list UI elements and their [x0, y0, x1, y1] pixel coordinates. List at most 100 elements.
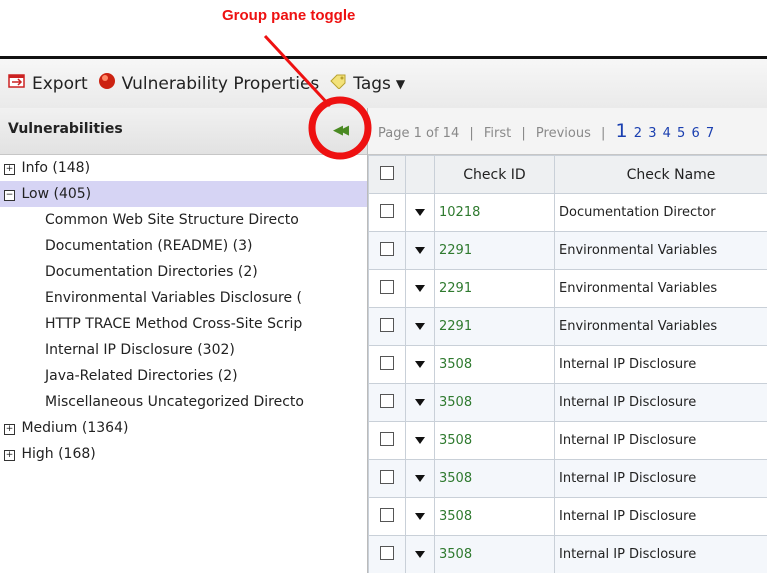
row-checkbox[interactable] [380, 431, 394, 446]
row-menu-cell [405, 345, 435, 384]
tree-item[interactable]: HTTP TRACE Method Cross-Site Scrip [0, 311, 367, 337]
row-menu-arrow-icon[interactable] [415, 437, 425, 444]
vulnerability-table: Check ID Check Name 10218 Documentation … [368, 155, 767, 573]
tree-group-medium[interactable]: + Medium (1364) [0, 415, 367, 441]
table-row[interactable]: 10218 Documentation Director [368, 193, 767, 232]
table-row[interactable]: 3508 Internal IP Disclosure [368, 459, 767, 498]
row-select-cell [368, 421, 406, 460]
row-checkbox[interactable] [380, 469, 394, 484]
row-checkbox[interactable] [380, 507, 394, 522]
select-all-checkbox[interactable] [380, 165, 394, 180]
tree-item[interactable]: Java-Related Directories (2) [0, 363, 367, 389]
table-row[interactable]: 3508 Internal IP Disclosure [368, 421, 767, 460]
tree-group-low[interactable]: − Low (405) [0, 181, 367, 207]
page-indicator: Page 1 of 14 [378, 126, 460, 141]
collapse-icon[interactable]: − [4, 190, 15, 201]
tree-group-high[interactable]: + High (168) [0, 441, 367, 467]
tags-menu[interactable]: Tags ▼ [329, 73, 405, 94]
column-header-check-id[interactable]: Check ID [434, 155, 555, 194]
row-menu-arrow-icon[interactable] [415, 399, 425, 406]
row-menu-arrow-icon[interactable] [415, 285, 425, 292]
row-select-cell [368, 307, 406, 346]
row-select-cell [368, 383, 406, 422]
header-spacer [405, 155, 435, 194]
tree-group-label: Info [21, 160, 48, 176]
check-name-cell[interactable]: Environmental Variables [554, 307, 767, 346]
check-id-cell[interactable]: 3508 [434, 535, 555, 573]
tree-item[interactable]: Common Web Site Structure Directo [0, 207, 367, 233]
check-id-cell[interactable]: 3508 [434, 459, 555, 498]
check-name-cell[interactable]: Internal IP Disclosure [554, 421, 767, 460]
row-checkbox[interactable] [380, 355, 394, 370]
current-page: 1 [615, 120, 628, 142]
table-row[interactable]: 2291 Environmental Variables [368, 231, 767, 270]
row-menu-arrow-icon[interactable] [415, 475, 425, 482]
row-checkbox[interactable] [380, 203, 394, 218]
table-row[interactable]: 3508 Internal IP Disclosure [368, 345, 767, 384]
row-menu-arrow-icon[interactable] [415, 361, 425, 368]
table-row[interactable]: 3508 Internal IP Disclosure [368, 497, 767, 536]
check-id-cell[interactable]: 2291 [434, 269, 555, 308]
group-pane-toggle-icon[interactable]: ◀◀ [333, 123, 349, 138]
tree-group-info[interactable]: + Info (148) [0, 155, 367, 181]
check-name-cell[interactable]: Internal IP Disclosure [554, 497, 767, 536]
table-row[interactable]: 2291 Environmental Variables [368, 269, 767, 308]
check-id-cell[interactable]: 3508 [434, 497, 555, 536]
vulnerability-properties-button[interactable]: Vulnerability Properties [98, 72, 319, 95]
expand-icon[interactable]: + [4, 424, 15, 435]
page-link[interactable]: 6 [691, 126, 699, 141]
export-icon [8, 73, 26, 94]
row-select-cell [368, 535, 406, 573]
check-name-cell[interactable]: Internal IP Disclosure [554, 535, 767, 573]
row-select-cell [368, 345, 406, 384]
tree-item[interactable]: Documentation Directories (2) [0, 259, 367, 285]
page-link[interactable]: 5 [677, 126, 685, 141]
row-menu-arrow-icon[interactable] [415, 323, 425, 330]
check-name-cell[interactable]: Internal IP Disclosure [554, 383, 767, 422]
page-link[interactable]: 4 [663, 126, 671, 141]
export-label: Export [32, 73, 88, 94]
table-row[interactable]: 3508 Internal IP Disclosure [368, 383, 767, 422]
row-menu-cell [405, 383, 435, 422]
tree-item[interactable]: Documentation (README) (3) [0, 233, 367, 259]
tree-group-label: High [21, 446, 54, 462]
tree-item[interactable]: Miscellaneous Uncategorized Directo [0, 389, 367, 415]
row-menu-arrow-icon[interactable] [415, 209, 425, 216]
check-id-cell[interactable]: 3508 [434, 345, 555, 384]
tree-group-label: Medium [21, 420, 78, 436]
column-header-check-name[interactable]: Check Name [554, 155, 767, 194]
results-pane: Page 1 of 14 | First | Previous | 1 2 3 … [368, 108, 767, 573]
check-name-cell[interactable]: Environmental Variables [554, 269, 767, 308]
check-id-cell[interactable]: 3508 [434, 421, 555, 460]
expand-icon[interactable]: + [4, 450, 15, 461]
row-checkbox[interactable] [380, 241, 394, 256]
row-checkbox[interactable] [380, 545, 394, 560]
tree-item[interactable]: Internal IP Disclosure (302) [0, 337, 367, 363]
first-page-link[interactable]: First [484, 126, 511, 141]
row-checkbox[interactable] [380, 279, 394, 294]
check-id-cell[interactable]: 3508 [434, 383, 555, 422]
page-link[interactable]: 3 [648, 126, 656, 141]
check-id-cell[interactable]: 2291 [434, 231, 555, 270]
page-link[interactable]: 2 [634, 126, 642, 141]
row-checkbox[interactable] [380, 317, 394, 332]
row-menu-arrow-icon[interactable] [415, 247, 425, 254]
group-pane: Vulnerabilities ◀◀ + Info (148) − Low (4… [0, 108, 368, 573]
check-id-cell[interactable]: 2291 [434, 307, 555, 346]
check-name-cell[interactable]: Environmental Variables [554, 231, 767, 270]
export-button[interactable]: Export [8, 73, 88, 94]
page-link[interactable]: 7 [706, 126, 714, 141]
row-checkbox[interactable] [380, 393, 394, 408]
row-menu-arrow-icon[interactable] [415, 551, 425, 558]
row-menu-arrow-icon[interactable] [415, 513, 425, 520]
previous-page-link[interactable]: Previous [536, 126, 591, 141]
expand-icon[interactable]: + [4, 164, 15, 175]
table-row[interactable]: 3508 Internal IP Disclosure [368, 535, 767, 573]
check-name-cell[interactable]: Documentation Director [554, 193, 767, 232]
select-all-cell [368, 155, 406, 194]
table-row[interactable]: 2291 Environmental Variables [368, 307, 767, 346]
tree-item[interactable]: Environmental Variables Disclosure ( [0, 285, 367, 311]
check-id-cell[interactable]: 10218 [434, 193, 555, 232]
check-name-cell[interactable]: Internal IP Disclosure [554, 459, 767, 498]
check-name-cell[interactable]: Internal IP Disclosure [554, 345, 767, 384]
